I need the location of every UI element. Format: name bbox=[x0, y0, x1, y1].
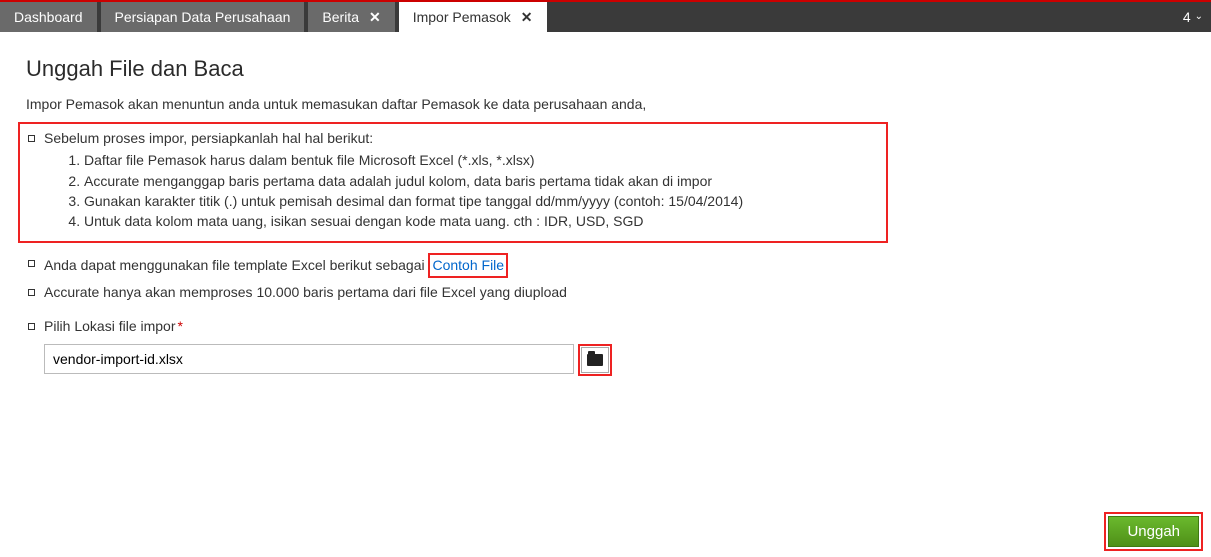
prep-highlight-box: Sebelum proses impor, persiapkanlah hal … bbox=[18, 122, 888, 243]
prep-item: Accurate menganggap baris pertama data a… bbox=[84, 171, 880, 191]
limit-note: Accurate hanya akan memproses 10.000 bar… bbox=[26, 282, 1185, 302]
browse-button[interactable] bbox=[581, 347, 609, 373]
prep-item: Gunakan karakter titik (.) untuk pemisah… bbox=[84, 191, 880, 211]
file-path-input[interactable] bbox=[44, 344, 574, 374]
footer-actions: Unggah bbox=[1104, 512, 1203, 551]
file-picker-row bbox=[44, 344, 1185, 376]
upload-button[interactable]: Unggah bbox=[1108, 516, 1199, 547]
close-icon[interactable]: ✕ bbox=[521, 10, 533, 24]
template-prefix: Anda dapat menggunakan file template Exc… bbox=[44, 257, 428, 273]
file-label: Pilih Lokasi file impor bbox=[44, 318, 176, 334]
intro-text: Impor Pemasok akan menuntun anda untuk m… bbox=[26, 96, 1185, 112]
tab-persiapan[interactable]: Persiapan Data Perusahaan bbox=[101, 2, 305, 32]
notification-counter[interactable]: 4 ⌄ bbox=[1183, 2, 1203, 32]
caret-down-icon: ⌄ bbox=[1195, 12, 1203, 22]
prep-heading: Sebelum proses impor, persiapkanlah hal … bbox=[44, 130, 373, 146]
browse-highlight bbox=[578, 344, 612, 376]
tab-label: Berita bbox=[322, 9, 359, 25]
tab-dashboard[interactable]: Dashboard bbox=[0, 2, 97, 32]
notif-count: 4 bbox=[1183, 9, 1191, 25]
upload-highlight: Unggah bbox=[1104, 512, 1203, 551]
required-star: * bbox=[178, 318, 183, 334]
template-link-highlight: Contoh File bbox=[428, 253, 508, 277]
tab-berita[interactable]: Berita ✕ bbox=[308, 2, 394, 32]
main-content: Unggah File dan Baca Impor Pemasok akan … bbox=[0, 32, 1211, 376]
prep-heading-item: Sebelum proses impor, persiapkanlah hal … bbox=[26, 128, 880, 231]
file-label-line: Pilih Lokasi file impor* bbox=[26, 316, 1185, 336]
tab-bar: Dashboard Persiapan Data Perusahaan Beri… bbox=[0, 2, 1211, 32]
contoh-file-link[interactable]: Contoh File bbox=[432, 257, 504, 273]
tab-label: Dashboard bbox=[14, 9, 83, 25]
tab-label: Impor Pemasok bbox=[413, 9, 511, 25]
prep-item: Daftar file Pemasok harus dalam bentuk f… bbox=[84, 150, 880, 170]
tab-label: Persiapan Data Perusahaan bbox=[115, 9, 291, 25]
template-line: Anda dapat menggunakan file template Exc… bbox=[26, 253, 1185, 277]
page-title: Unggah File dan Baca bbox=[26, 56, 1185, 82]
prep-list: Daftar file Pemasok harus dalam bentuk f… bbox=[44, 150, 880, 231]
folder-icon bbox=[587, 354, 603, 366]
prep-item: Untuk data kolom mata uang, isikan sesua… bbox=[84, 211, 880, 231]
close-icon[interactable]: ✕ bbox=[369, 10, 381, 24]
tab-impor-pemasok[interactable]: Impor Pemasok ✕ bbox=[399, 2, 547, 32]
